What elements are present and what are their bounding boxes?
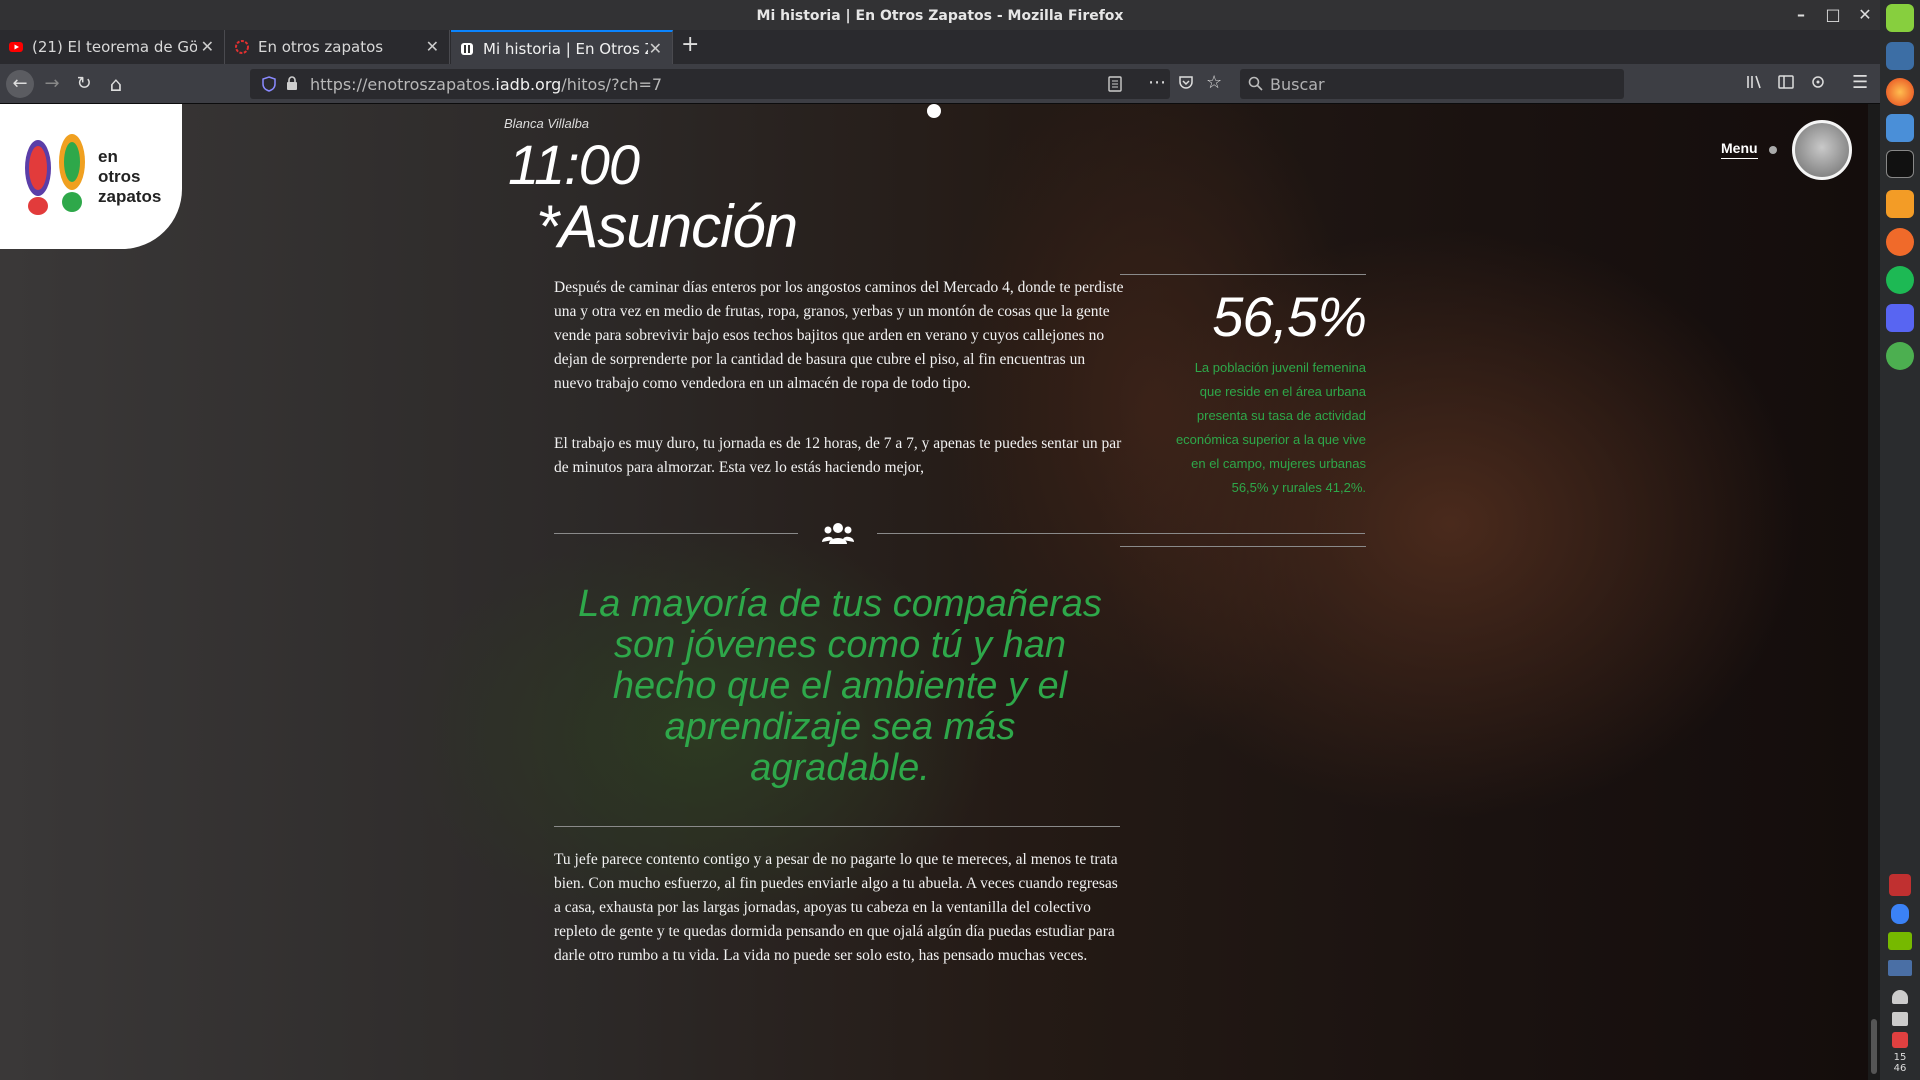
stat-divider-top <box>1120 274 1366 275</box>
system-clock[interactable]: 15 46 <box>1880 1052 1920 1074</box>
spotify-icon[interactable] <box>1886 266 1914 294</box>
display-icon[interactable] <box>1888 960 1912 976</box>
window-titlebar: Mi historia | En Otros Zapatos - Mozilla… <box>0 0 1880 32</box>
home-button[interactable]: ⌂ <box>102 70 130 98</box>
sublime-icon[interactable] <box>1886 190 1914 218</box>
tab-label: Mi historia | En Otros Zapatos <box>483 40 648 58</box>
footprints-icon <box>25 134 85 215</box>
scroll-indicator-dot[interactable] <box>927 104 941 118</box>
pen-icon[interactable] <box>1886 228 1914 256</box>
new-tab-button[interactable]: + <box>681 32 699 57</box>
page-content: en otros zapatos Blanca Villalba 11:00 *… <box>0 104 1868 1080</box>
youtube-icon <box>8 39 24 55</box>
desktop-icon[interactable] <box>1886 42 1914 70</box>
tab-close-icon[interactable]: ✕ <box>426 37 439 56</box>
firefox-icon[interactable] <box>1886 78 1914 106</box>
story-author: Blanca Villalba <box>504 116 590 131</box>
divider-quote <box>554 826 1120 827</box>
clock-minute: 46 <box>1893 1063 1907 1074</box>
tab-youtube[interactable]: (21) El teorema de Gödel ✕ <box>0 30 225 64</box>
avatar[interactable] <box>1792 120 1852 180</box>
divider-left <box>554 533 798 534</box>
pull-quote: La mayoría de tus compañeras son jóvenes… <box>578 583 1102 789</box>
tab-close-icon[interactable]: ✕ <box>201 37 214 56</box>
url-text: https://enotroszapatos.iadb.org/hitos/?c… <box>310 75 662 94</box>
story-paragraph: El trabajo es muy duro, tu jornada es de… <box>554 435 1122 476</box>
tracking-shield-icon[interactable] <box>262 76 276 96</box>
forward-button[interactable]: → <box>38 70 66 98</box>
navigation-toolbar: ← → ↻ ⌂ https://enotroszapatos.iadb.org/… <box>0 64 1880 104</box>
url-prefix: https://enotroszapatos. <box>310 75 496 94</box>
settings-icon[interactable] <box>1886 342 1914 370</box>
wifi-icon[interactable] <box>1892 990 1908 1004</box>
scrollbar-thumb[interactable] <box>1871 1019 1877 1074</box>
minimize-button[interactable]: – <box>1790 5 1812 24</box>
url-bar[interactable]: https://enotroszapatos.iadb.org/hitos/?c… <box>250 69 1170 99</box>
stat-divider-bottom <box>1120 546 1366 547</box>
window-title: Mi historia | En Otros Zapatos - Mozilla… <box>756 8 1124 24</box>
url-host: iadb.org <box>495 75 562 94</box>
search-placeholder: Buscar <box>1270 75 1325 94</box>
discord-icon[interactable] <box>1886 304 1914 332</box>
extension-icon[interactable] <box>1810 74 1826 94</box>
pocket-icon[interactable] <box>1178 74 1194 94</box>
search-icon <box>1248 76 1263 95</box>
bluetooth-icon[interactable] <box>1891 904 1909 924</box>
volume-icon[interactable] <box>1892 1012 1908 1026</box>
sidebar-icon[interactable] <box>1778 74 1794 94</box>
maximize-button[interactable]: □ <box>1822 5 1844 24</box>
tab-label: (21) El teorema de Gödel <box>32 38 197 56</box>
library-icon[interactable] <box>1746 74 1764 94</box>
tab-close-icon[interactable]: ✕ <box>649 39 662 58</box>
tab-en-otros-zapatos[interactable]: En otros zapatos ✕ <box>226 30 450 64</box>
story-time: 11:00 <box>508 133 640 196</box>
lock-icon[interactable] <box>286 76 298 95</box>
update-icon[interactable] <box>1892 1032 1908 1048</box>
os-side-panel <box>1880 0 1920 1080</box>
logo-word-zapatos: zapatos <box>98 187 162 206</box>
menu-button[interactable]: Menu <box>1721 140 1758 159</box>
mint-menu-icon[interactable] <box>1886 4 1914 32</box>
reload-button[interactable]: ↻ <box>70 70 98 98</box>
stat-description: La población juvenil femenina que reside… <box>1175 360 1366 495</box>
stat-number: 56,5% <box>1212 285 1367 348</box>
files-icon[interactable] <box>1886 114 1914 142</box>
search-bar[interactable]: Buscar <box>1240 69 1624 99</box>
bookmark-star-icon[interactable]: ☆ <box>1206 72 1222 93</box>
reader-view-icon[interactable] <box>1108 76 1122 96</box>
terminal-icon[interactable] <box>1886 150 1914 178</box>
page-scrollbar[interactable] <box>1868 104 1880 1080</box>
nvidia-icon[interactable] <box>1888 932 1912 950</box>
clock-hour: 15 <box>1893 1052 1907 1063</box>
story-paragraph: Tu jefe parece contento contigo y a pesa… <box>554 851 1118 964</box>
site-favicon-icon <box>459 41 475 57</box>
site-logo[interactable]: en otros zapatos <box>0 104 182 249</box>
url-path: /hitos/?ch=7 <box>561 75 663 94</box>
logo-word-otros: otros <box>98 167 141 186</box>
logo-word-en: en <box>98 147 118 166</box>
hamburger-menu-icon[interactable]: ☰ <box>1852 72 1868 93</box>
tab-mi-historia[interactable]: Mi historia | En Otros Zapatos ✕ <box>451 30 673 64</box>
back-button[interactable]: ← <box>6 70 34 98</box>
close-window-button[interactable]: ✕ <box>1854 5 1876 24</box>
tab-label: En otros zapatos <box>258 38 384 56</box>
group-people-icon <box>821 520 855 554</box>
divider-right <box>877 533 1365 534</box>
menu-dot <box>1769 146 1777 154</box>
tab-bar: (21) El teorema de Gödel ✕ En otros zapa… <box>0 30 1880 64</box>
story-place: *Asunción <box>536 193 798 260</box>
shield-icon[interactable] <box>1889 874 1911 896</box>
story-paragraph: Después de caminar días enteros por los … <box>554 279 1124 392</box>
site-favicon-icon <box>234 39 250 55</box>
more-actions-icon[interactable]: ⋯ <box>1148 72 1166 93</box>
